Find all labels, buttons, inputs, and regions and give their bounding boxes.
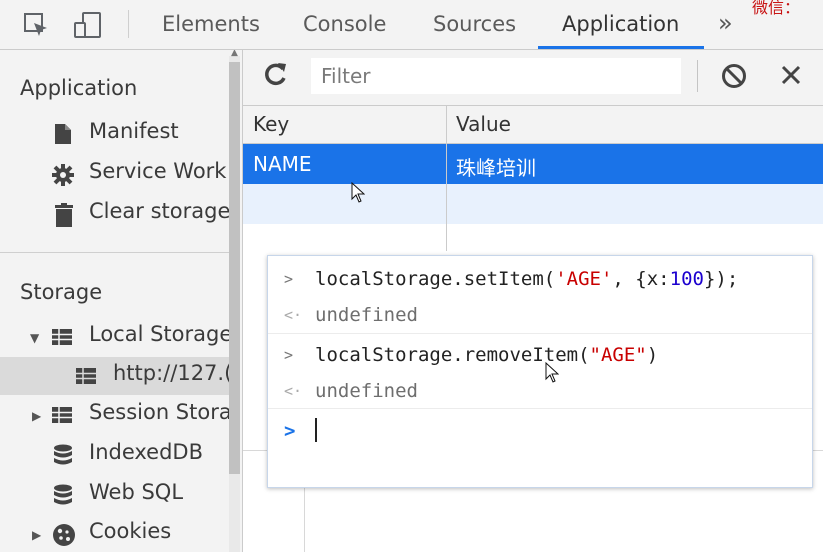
sidebar-item-manifest[interactable]: Manifest — [0, 115, 229, 153]
sidebar-item-label: Service Work — [89, 159, 227, 183]
table-row-empty[interactable] — [243, 184, 823, 224]
console-input-line: > localStorage.removeItem("AGE") — [268, 336, 812, 374]
more-tabs-button[interactable]: » — [718, 0, 733, 46]
input-prompt-icon: > — [284, 346, 294, 364]
prompt-chevron-icon: > — [284, 420, 296, 442]
expand-arrow-down-icon[interactable]: ▼ — [30, 331, 39, 345]
text-caret — [315, 418, 317, 442]
console-prompt[interactable]: > — [268, 412, 812, 450]
sidebar-item-local-storage[interactable]: ▼ Local Storage — [0, 318, 229, 356]
console-output-line: <· undefined — [268, 372, 812, 410]
sidebar-item-label: http://127.( — [113, 361, 229, 385]
sidebar-item-label: IndexedDB — [89, 440, 203, 464]
mouse-pointer-icon — [351, 181, 366, 208]
device-toolbar-icon[interactable] — [72, 11, 104, 43]
tab-sources[interactable]: Sources — [433, 0, 516, 49]
console-result[interactable]: undefined — [315, 380, 418, 402]
tab-elements[interactable]: Elements — [162, 0, 260, 49]
toolbar-divider — [697, 60, 698, 92]
sidebar-item-local-storage-origin[interactable]: http://127.( — [0, 357, 229, 395]
scroll-up-arrow-icon[interactable]: ▲ — [231, 50, 238, 58]
clear-all-icon[interactable] — [721, 63, 747, 93]
row-value-cell[interactable]: 珠峰培训 — [456, 152, 536, 181]
sidebar-item-label: Manifest — [89, 119, 179, 143]
code-token: localStorage.setItem( — [315, 268, 556, 290]
console-output-line: <· undefined — [268, 296, 812, 334]
toolbar-divider — [128, 10, 129, 38]
sidebar-item-label: Clear storage — [89, 199, 229, 223]
sidebar-heading-application: Application — [20, 76, 138, 100]
sidebar-item-label: Web SQL — [89, 480, 184, 504]
console-divider — [268, 408, 812, 409]
sidebar-item-session-storage[interactable]: ▶ Session Stora — [0, 396, 229, 434]
sidebar-heading-storage: Storage — [20, 280, 103, 304]
console-code[interactable]: localStorage.setItem('AGE', {x:100}); — [315, 268, 738, 290]
expand-arrow-right-icon[interactable]: ▶ — [32, 528, 41, 542]
sidebar-item-label: Local Storage — [89, 322, 229, 346]
row-key-cell[interactable]: NAME — [253, 152, 312, 176]
tab-console[interactable]: Console — [303, 0, 386, 49]
code-token: }); — [703, 268, 739, 290]
text-cursor-icon — [545, 361, 560, 388]
application-sidebar: ▲ Application Manifest Service Work Clea… — [0, 50, 243, 552]
sidebar-divider — [0, 252, 229, 253]
output-arrow-icon: <· — [284, 306, 303, 324]
storage-table-header: Key Value — [243, 106, 823, 144]
table-grid-icon — [52, 407, 72, 427]
refresh-icon[interactable] — [263, 61, 289, 91]
delete-selected-icon[interactable] — [780, 64, 802, 90]
inspect-element-icon[interactable] — [22, 11, 50, 43]
column-header-value[interactable]: Value — [456, 112, 511, 136]
gear-icon — [51, 163, 75, 191]
active-tab-indicator — [538, 46, 704, 49]
overlay-watermark-text: 微信： — [752, 0, 801, 17]
console-input-line: > localStorage.setItem('AGE', {x:100}); — [268, 260, 812, 298]
sidebar-scrollbar-thumb[interactable] — [229, 62, 240, 474]
trash-icon — [54, 203, 74, 231]
console-divider — [268, 333, 812, 334]
file-icon — [54, 123, 72, 149]
column-header-key[interactable]: Key — [253, 112, 289, 136]
input-prompt-icon: > — [284, 270, 294, 288]
sidebar-item-label: Cookies — [89, 519, 172, 543]
column-divider[interactable] — [446, 106, 447, 251]
devtools-toolbar: Elements Console Sources Application » 微… — [0, 0, 823, 50]
sidebar-item-web-sql[interactable]: Web SQL — [0, 476, 229, 514]
database-icon — [53, 484, 73, 512]
code-token: , {x: — [612, 268, 670, 290]
code-token: ) — [646, 344, 659, 366]
sidebar-item-label: Session Stora — [89, 400, 229, 424]
sidebar-item-service-workers[interactable]: Service Work — [0, 155, 229, 193]
sidebar-item-indexeddb[interactable]: IndexedDB — [0, 436, 229, 474]
code-number-token: 100 — [669, 268, 704, 290]
cookie-icon — [52, 523, 76, 551]
code-string-token: 'AGE' — [555, 268, 613, 290]
tab-application[interactable]: Application — [562, 0, 679, 49]
console-drawer: > localStorage.setItem('AGE', {x:100}); … — [267, 255, 813, 488]
table-grid-icon — [76, 368, 96, 388]
sidebar-item-cookies[interactable]: ▶ Cookies — [0, 515, 229, 552]
console-result[interactable]: undefined — [315, 304, 418, 326]
code-string-token: "AGE" — [589, 344, 647, 366]
sidebar-item-clear-storage[interactable]: Clear storage — [0, 195, 229, 233]
storage-filter-bar: Filter — [243, 50, 823, 106]
expand-arrow-right-icon[interactable]: ▶ — [32, 409, 41, 423]
filter-placeholder: Filter — [321, 64, 371, 88]
output-arrow-icon: <· — [284, 382, 303, 400]
console-code[interactable]: localStorage.removeItem("AGE") — [315, 344, 658, 366]
table-grid-icon — [52, 329, 72, 349]
table-row[interactable]: NAME 珠峰培训 — [243, 144, 823, 184]
database-icon — [53, 444, 73, 472]
